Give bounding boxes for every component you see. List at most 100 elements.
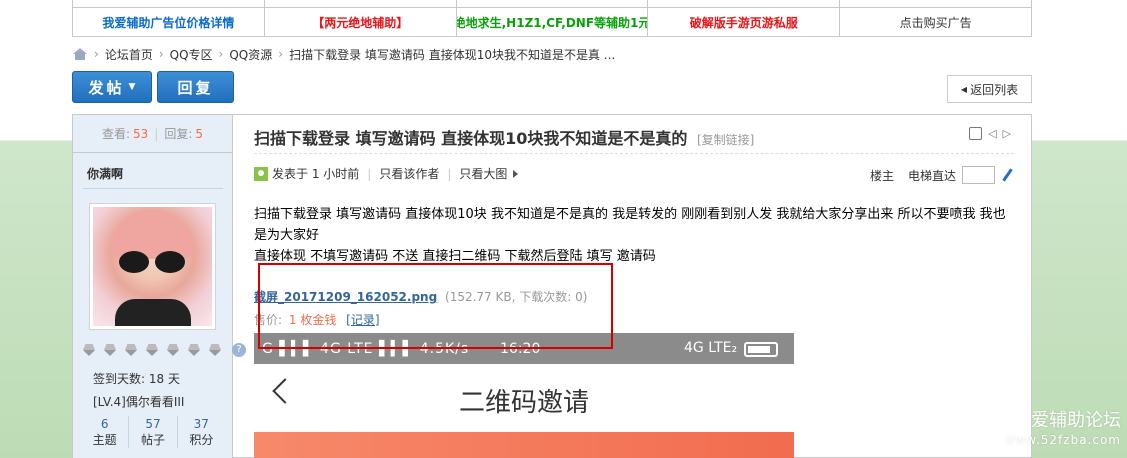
prev-thread-icon[interactable]: ◁ xyxy=(988,127,996,140)
watermark: 爱辅助论坛 www.52fzba.com xyxy=(1005,410,1121,448)
only-author-link[interactable]: 只看该作者 xyxy=(379,165,439,182)
breadcrumb-qq-zone[interactable]: QQ专区 xyxy=(170,46,213,63)
reply-button-label: 回复 xyxy=(177,78,214,97)
breadcrumb-separator: › xyxy=(158,47,164,61)
views-label: 查看: xyxy=(101,127,131,141)
diamond-icon xyxy=(123,344,139,356)
attachment-link[interactable]: 截屏_20171209_162052.png xyxy=(254,290,437,304)
next-thread-icon[interactable]: ▷ xyxy=(1003,127,1011,140)
play-triangle-icon[interactable] xyxy=(513,169,519,178)
attachment-price: 售价: 1 枚金钱 [记录] xyxy=(254,311,380,328)
topics-stat[interactable]: 6 主题 xyxy=(81,416,130,448)
price-value: 1 枚金钱 xyxy=(288,313,337,327)
ad-link-game-assist[interactable]: 绝地求生,H1Z1,CF,DNF等辅助1元 xyxy=(457,8,649,36)
topics-count: 6 xyxy=(100,417,109,431)
purchase-record-link[interactable]: [记录] xyxy=(346,313,379,327)
meta-divider: | xyxy=(447,166,452,181)
breadcrumb-separator: › xyxy=(218,47,224,61)
phone-screen-title: 二维码邀请 xyxy=(458,388,589,418)
caret-left-icon: ◀ xyxy=(960,84,968,94)
breadcrumb-home[interactable]: 论坛首页 xyxy=(105,46,153,63)
meta-divider: | xyxy=(367,166,372,181)
breadcrumb-current: 扫描下载登录 填写邀请码 直接体现10块我不知道是不是真 ... xyxy=(289,47,616,62)
post-title: 扫描下载登录 填写邀请码 直接体现10块我不知道是不是真的 [复制链接] xyxy=(254,125,754,149)
avatar[interactable] xyxy=(89,203,216,330)
caret-down-icon: ▼ xyxy=(128,82,136,92)
phone-network: 4G LTE₂ xyxy=(684,340,738,356)
print-icon[interactable] xyxy=(969,127,983,140)
avatar-glass-left xyxy=(119,251,149,273)
sidebar-divider xyxy=(83,188,223,189)
author-name[interactable]: 你满啊 xyxy=(87,165,123,182)
post-button-label: 发帖 xyxy=(88,78,125,97)
posts-label: 帖子 xyxy=(140,433,165,447)
diamond-icon xyxy=(165,344,181,356)
attached-screenshot[interactable]: G ▌▍▌ 4G LTE ▌▍▌ 4.5K/s 16:20 4G LTE₂ 二维… xyxy=(254,333,794,458)
post-frame: 查看: 53 | 回复: 5 你满啊 ? 签到天数: 18 天 [LV.4]偶尔… xyxy=(72,114,1032,458)
ad-link-buy[interactable]: 点击购买广告 xyxy=(840,8,1031,36)
phone-banner xyxy=(254,432,794,458)
post-body-line: 扫描下载登录 填写邀请码 直接体现10块 我不知道是不是真的 我是转发的 刚刚看… xyxy=(254,207,1006,243)
breadcrumb-separator: › xyxy=(278,47,284,61)
medal-row: ? xyxy=(81,343,246,357)
diamond-icon xyxy=(186,344,202,356)
points-count: 37 xyxy=(193,417,209,431)
ad-link-price[interactable]: 我爱辅助广告位价格详情 xyxy=(73,8,265,36)
posts-stat[interactable]: 57 帖子 xyxy=(129,416,178,448)
signin-days: 签到天数: 18 天 xyxy=(93,372,180,386)
attachment: 截屏_20171209_162052.png (152.77 KB, 下载次数:… xyxy=(254,288,587,305)
topics-label: 主题 xyxy=(92,433,117,447)
jump-icon[interactable] xyxy=(1000,168,1014,182)
reply-button[interactable]: 回复 xyxy=(157,71,234,103)
phone-time: 16:20 xyxy=(500,341,541,357)
title-divider xyxy=(254,153,1014,154)
avatar-collar xyxy=(115,299,191,326)
points-label: 积分 xyxy=(189,433,214,447)
points-stat[interactable]: 37 积分 xyxy=(178,416,225,448)
stats-divider: | xyxy=(154,126,159,141)
diamond-icon xyxy=(102,344,118,356)
user-level[interactable]: [LV.4]偶尔看看III xyxy=(93,393,184,410)
breadcrumb-separator: › xyxy=(94,47,99,61)
question-badge-icon[interactable]: ? xyxy=(232,343,246,357)
watermark-title: 爱辅助论坛 xyxy=(1031,410,1121,431)
home-icon[interactable] xyxy=(72,47,88,61)
phone-app-bar: 二维码邀请 xyxy=(254,364,794,432)
page-wrap: 我爱辅助广告位价格详情 【两元绝地辅助】 绝地求生,H1Z1,CF,DNF等辅助… xyxy=(72,0,1032,458)
back-to-list-button[interactable]: ◀ 返回列表 xyxy=(947,75,1032,103)
battery-icon xyxy=(744,342,778,357)
diamond-icon xyxy=(207,344,223,356)
floor-number-input[interactable] xyxy=(962,166,996,184)
replies-label: 回复: xyxy=(164,127,193,141)
post-body: 扫描下载登录 填写邀请码 直接体现10块 我不知道是不是真的 我是转发的 刚刚看… xyxy=(254,204,1014,267)
only-big-image-link[interactable]: 只看大图 xyxy=(459,165,507,182)
diamond-icon xyxy=(144,344,160,356)
elevator-label: 电梯直达 xyxy=(908,168,957,183)
breadcrumb-qq-resources[interactable]: QQ资源 xyxy=(229,46,272,63)
views-count: 53 xyxy=(133,126,149,141)
thread-stats: 查看: 53 | 回复: 5 xyxy=(73,115,233,153)
phone-signal-text: G ▌▍▌ 4G LTE ▌▍▌ 4.5K/s xyxy=(262,341,470,357)
ad-bar-top-row xyxy=(73,0,1031,8)
ad-link-private-server[interactable]: 破解版手游页游私服 xyxy=(648,8,841,36)
phone-status-bar: G ▌▍▌ 4G LTE ▌▍▌ 4.5K/s 16:20 4G LTE₂ xyxy=(254,333,794,364)
copy-link[interactable]: [复制链接] xyxy=(697,133,754,147)
posted-time: 发表于 1 小时前 xyxy=(272,167,360,181)
diamond-icon xyxy=(81,344,97,356)
posts-count: 57 xyxy=(145,417,161,431)
breadcrumb: › 论坛首页 › QQ专区 › QQ资源 › 扫描下载登录 填写邀请码 直接体现… xyxy=(72,46,615,62)
post-body-line: 直接体现 不填写邀请码 不送 直接扫二维码 下载然后登陆 填写 邀请码 xyxy=(254,249,656,264)
title-tools: ◁ ▷ xyxy=(969,127,1011,140)
ad-link-pubg-assist[interactable]: 【两元绝地辅助】 xyxy=(265,8,457,36)
replies-count: 5 xyxy=(195,126,204,141)
back-to-list-label: 返回列表 xyxy=(970,82,1019,97)
avatar-image xyxy=(93,207,212,326)
post-button[interactable]: 发帖 ▼ xyxy=(72,71,152,103)
avatar-hair xyxy=(111,209,193,259)
watermark-url: www.52fzba.com xyxy=(1004,433,1121,447)
floor-label: 楼主 xyxy=(870,168,895,183)
attachment-info: (152.77 KB, 下载次数: 0) xyxy=(445,290,588,304)
online-status-icon xyxy=(254,166,268,181)
price-label: 售价: xyxy=(254,313,283,327)
post-title-text: 扫描下载登录 填写邀请码 直接体现10块我不知道是不是真的 xyxy=(254,129,688,148)
